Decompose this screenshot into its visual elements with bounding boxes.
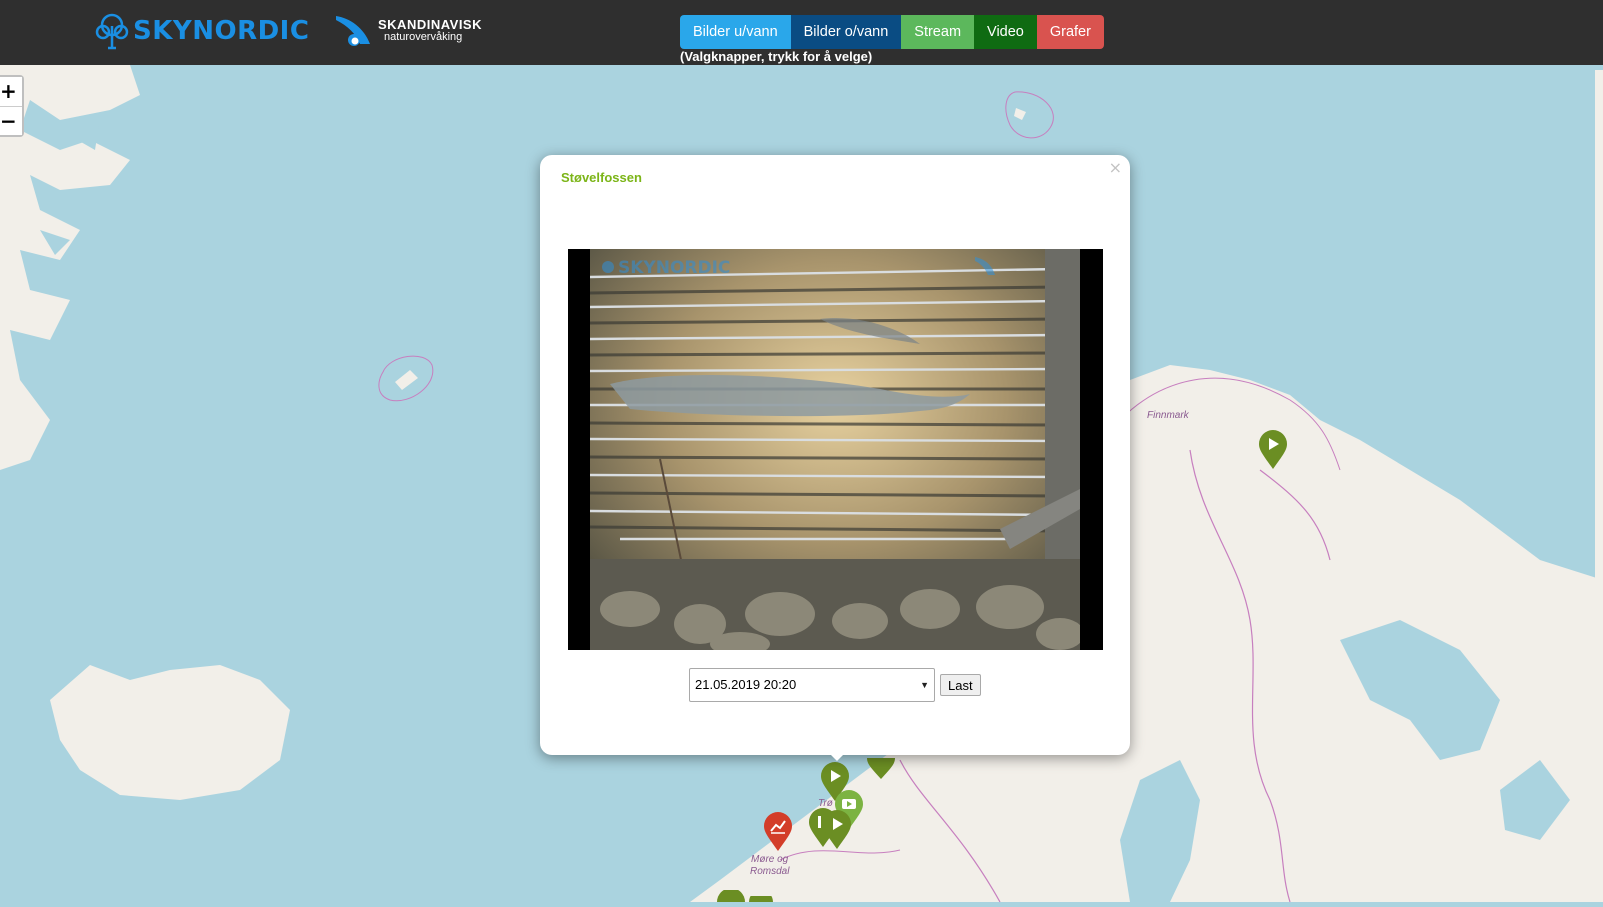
image-controls: 21.05.2019 20:20 ▼ Last [689, 668, 981, 702]
timestamp-select[interactable]: 21.05.2019 20:20 ▼ [689, 668, 935, 702]
bilder-over-vann-button[interactable]: Bilder o/vann [790, 15, 902, 49]
chevron-down-icon: ▼ [920, 680, 929, 690]
timestamp-select-value: 21.05.2019 20:20 [695, 677, 797, 692]
map-marker-play[interactable] [822, 810, 852, 850]
bilder-under-vann-button[interactable]: Bilder u/vann [680, 15, 791, 49]
skandinavisk-line2: naturovervåking [384, 31, 463, 43]
load-button[interactable]: Last [940, 674, 981, 696]
skandinavisk-eye-icon [336, 16, 370, 46]
map-label-more-1: Møre og [751, 854, 789, 865]
grafer-button[interactable]: Grafer [1036, 15, 1104, 49]
zoom-control: + − [0, 75, 24, 137]
camera-image: SKYNORDIC [568, 249, 1103, 650]
stream-button[interactable]: Stream [901, 15, 975, 49]
popup-title: Støvelfossen [561, 170, 642, 185]
skynordic-wordmark: SKYNORDIC [133, 16, 310, 46]
buttons-hint: (Valgknapper, trykk for å velge) [680, 49, 873, 64]
video-button[interactable]: Video [974, 15, 1037, 49]
map-marker-play[interactable] [716, 890, 746, 902]
skandinavisk-line1: SKANDINAVISK [378, 17, 482, 32]
zoom-out-button[interactable]: − [0, 106, 22, 135]
view-toggle-buttons: Bilder u/vann Bilder o/vann Stream Video… [680, 15, 1104, 49]
map-marker-graph[interactable] [763, 812, 793, 852]
skandinavisk-logo[interactable]: SKANDINAVISK naturovervåking [334, 14, 482, 48]
skynordic-tree-icon [95, 13, 129, 50]
zoom-in-button[interactable]: + [0, 77, 22, 106]
popup-tip [825, 749, 849, 761]
map-label-finnmark: Finnmark [1147, 410, 1189, 421]
map-marker-play[interactable] [1258, 430, 1288, 470]
fish-trap-photo: SKYNORDIC [590, 249, 1080, 650]
station-popup: × Støvelfossen SKYNORDIC 21.05.2019 20:2… [540, 155, 1130, 755]
image-watermark: SKYNORDIC [618, 258, 730, 278]
map-marker-play[interactable] [748, 896, 774, 902]
skynordic-logo[interactable]: SKYNORDIC [93, 12, 309, 50]
close-icon[interactable]: × [1109, 158, 1122, 177]
map-label-more-2: Romsdal [750, 866, 790, 877]
